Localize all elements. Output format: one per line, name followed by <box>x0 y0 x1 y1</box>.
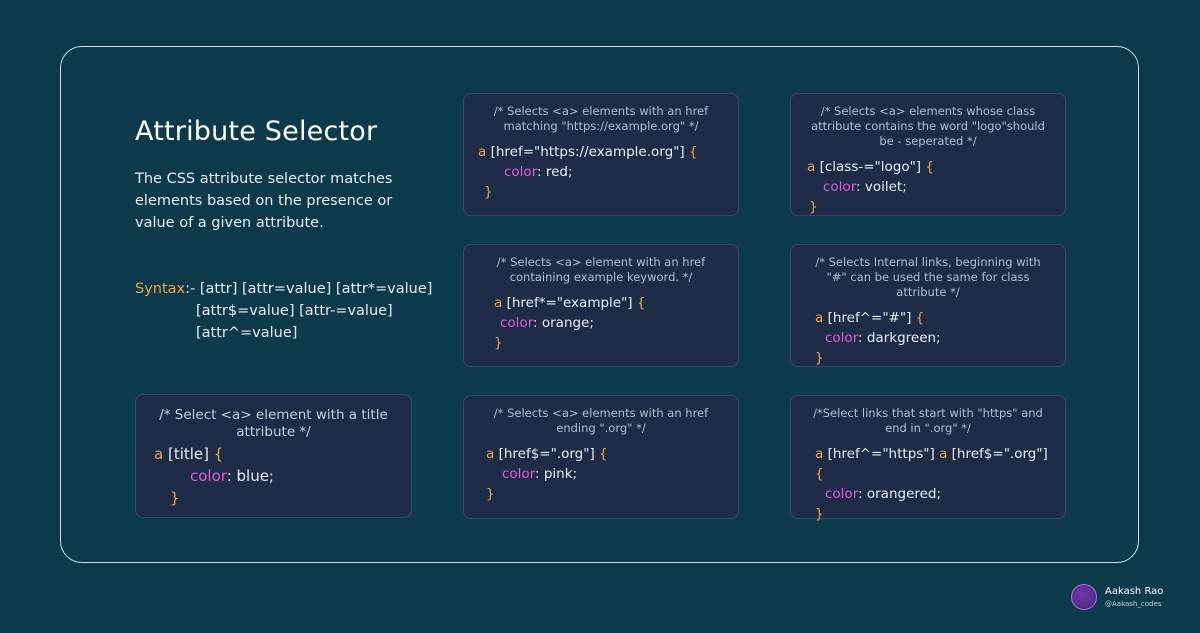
code-block: a [href="https://example.org"] { color: … <box>478 142 724 202</box>
code-block: a [href^="#"] { color: darkgreen; } <box>805 308 1051 368</box>
code-card-href-starts-hash: /* Selects Internal links, beginning wit… <box>790 244 1066 367</box>
code-value: : red; <box>537 164 573 180</box>
code-brace-close: } <box>170 489 180 507</box>
code-brace-open: { <box>915 310 925 326</box>
code-property: color <box>190 467 227 485</box>
code-declaration: color: blue; <box>154 465 393 487</box>
code-block: a [class-="logo"] { color: voilet; } <box>805 157 1051 217</box>
code-tag: a <box>478 144 487 160</box>
code-property: color <box>502 466 536 482</box>
code-declaration: color: orangered; <box>815 484 1051 504</box>
syntax-line-2: [attr$=value] [attr-=value] <box>196 303 393 319</box>
code-tag: a <box>154 445 164 463</box>
code-block: a [href*="example"] { color: orange; } <box>478 293 724 353</box>
code-value: : orange; <box>533 315 594 331</box>
code-tag: a <box>807 159 816 175</box>
code-brace-open: { <box>213 445 224 463</box>
code-selector: [href^="https"] <box>827 446 935 462</box>
code-brace-close: } <box>486 486 495 502</box>
code-property: color <box>504 164 538 180</box>
description: The CSS attribute selector matches eleme… <box>135 171 393 231</box>
code-value: : orangered; <box>858 486 942 502</box>
code-property: color <box>500 315 534 331</box>
code-tag-2: a <box>939 446 948 462</box>
code-block: a [title] { color: blue; } <box>154 443 393 509</box>
code-declaration: color: darkgreen; <box>815 328 1051 348</box>
code-property: color <box>825 330 859 346</box>
code-selector: [href*="example"] <box>506 295 633 311</box>
syntax-label: Syntax <box>135 281 186 297</box>
code-brace-open: { <box>925 159 934 175</box>
code-selector: [href$=".org"] <box>498 446 595 462</box>
code-tag: a <box>486 446 495 462</box>
author-name: Aakash Rao <box>1105 586 1164 597</box>
syntax-line-3: [attr^=value] <box>196 325 298 341</box>
code-tag: a <box>494 295 503 311</box>
code-declaration: color: pink; <box>486 464 724 484</box>
code-comment: /* Selects Internal links, beginning wit… <box>815 255 1041 299</box>
code-declaration: color: voilet; <box>807 177 1051 197</box>
code-brace-close: } <box>815 506 824 522</box>
code-block: a [href^="https"] a [href$=".org"] { col… <box>805 444 1051 524</box>
code-brace-open: { <box>636 295 646 311</box>
syntax-line-1: [attr] [attr=value] [attr*=value] <box>199 281 433 297</box>
syntax-block: Syntax:- [attr] [attr=value] [attr*=valu… <box>135 278 435 344</box>
code-selector-2: [href$=".org"] <box>951 446 1048 462</box>
code-brace-close: } <box>809 199 818 215</box>
code-brace-open: { <box>599 446 608 462</box>
code-brace-open: { <box>688 144 698 160</box>
code-brace-close: } <box>494 335 503 351</box>
code-tag: a <box>815 310 824 326</box>
code-selector: [title] <box>167 445 210 463</box>
code-value: : darkgreen; <box>858 330 941 346</box>
code-comment: /* Select <a> element with a title attri… <box>159 407 388 440</box>
code-card-href-contains: /* Selects <a> element with an href cont… <box>463 244 739 367</box>
author-badge: Aakash Rao @Aakash_codes <box>1071 584 1191 614</box>
code-declaration: color: orange; <box>494 313 724 333</box>
code-card-href-ends: /* Selects <a> elements with an href end… <box>463 395 739 519</box>
syntax-separator: :- <box>185 281 200 297</box>
code-brace-open: { <box>815 466 824 482</box>
code-selector: [class-="logo"] <box>819 159 922 175</box>
page-title: Attribute Selector <box>135 116 378 147</box>
code-value: : blue; <box>226 467 274 485</box>
code-brace-close: } <box>815 350 824 366</box>
code-block: a [href$=".org"] { color: pink; } <box>478 444 724 504</box>
code-brace-close: } <box>484 184 493 200</box>
code-declaration: color: red; <box>478 162 724 182</box>
code-card-href-exact: /* Selects <a> elements with an href mat… <box>463 93 739 216</box>
code-value: : voilet; <box>856 179 907 195</box>
code-selector: [href^="#"] <box>827 310 912 326</box>
code-card-class-word: /* Selects <a> elements whose class attr… <box>790 93 1066 216</box>
code-tag: a <box>815 446 824 462</box>
code-selector: [href="https://example.org"] <box>490 144 685 160</box>
code-card-title-attr: /* Select <a> element with a title attri… <box>135 394 412 518</box>
code-comment: /* Selects <a> elements with an href end… <box>493 406 709 435</box>
code-comment: /* Selects <a> elements whose class attr… <box>811 104 1045 148</box>
code-property: color <box>823 179 857 195</box>
avatar <box>1071 584 1097 610</box>
code-comment: /* Selects <a> element with an href cont… <box>496 255 706 284</box>
code-comment: /*Select links that start with "https" a… <box>813 406 1043 435</box>
author-handle: @Aakash_codes <box>1105 600 1162 608</box>
code-comment: /* Selects <a> elements with an href mat… <box>493 104 709 133</box>
code-property: color <box>825 486 859 502</box>
code-value: : pink; <box>535 466 578 482</box>
code-card-https-org: /*Select links that start with "https" a… <box>790 395 1066 522</box>
